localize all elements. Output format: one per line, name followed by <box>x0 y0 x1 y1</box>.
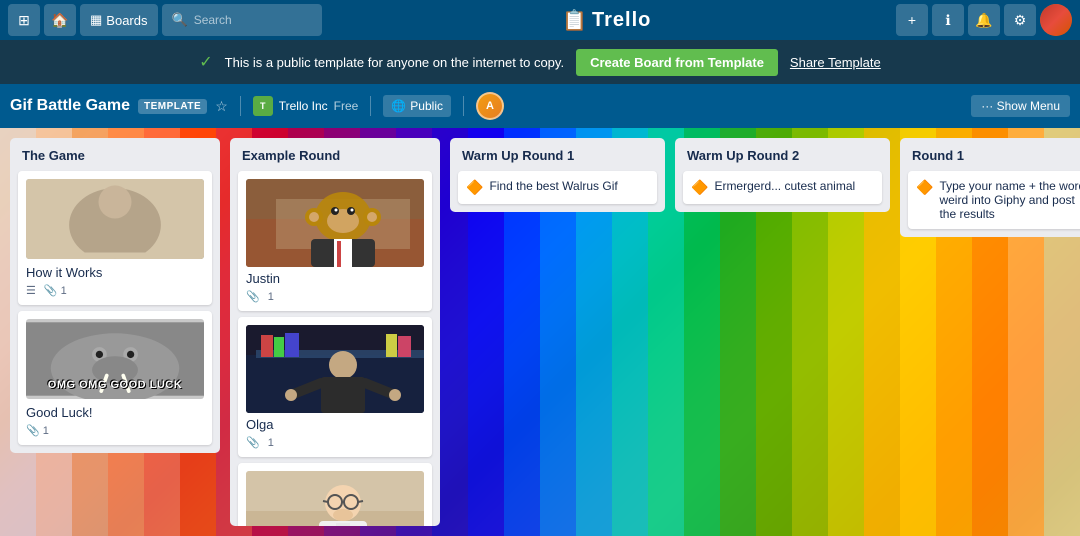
workspace-logo: T <box>253 96 273 116</box>
card-prompt-walrus: 🔶 Find the best Walrus Gif <box>466 179 649 196</box>
top-navigation: ⊞ 🏠 ▦ Boards 🔍 Search 📋 Trello + ℹ 🔔 ⚙ <box>0 0 1080 40</box>
card-olga[interactable]: Olga 📎 1 <box>238 317 432 457</box>
desc-icon: ☰ <box>26 284 36 297</box>
home-icon-button[interactable]: ⊞ <box>8 4 40 36</box>
walrus-text: OMG OMG GOOD LUCK <box>26 379 204 391</box>
card-justin[interactable]: Justin 📎 1 <box>238 171 432 311</box>
paperclip-icon: 📎 <box>44 284 58 297</box>
paperclip-icon-4: 📎 <box>246 436 260 449</box>
card-meta-olga: 📎 1 <box>246 436 424 449</box>
monkey-svg <box>246 179 424 267</box>
card-find-walrus[interactable]: 🔶 Find the best Walrus Gif <box>458 171 657 204</box>
trello-icon: 📋 <box>562 8 588 33</box>
card-meta-how-it-works: ☰ 📎 1 <box>26 284 204 297</box>
card-cutest-animal[interactable]: 🔶 Ermergerd... cutest animal <box>683 171 882 204</box>
list-the-game: The Game <box>10 138 220 453</box>
attachment-count-3: 1 <box>268 291 274 303</box>
card-image-monkey <box>246 179 424 267</box>
add-button[interactable]: + <box>896 4 928 36</box>
search-box[interactable]: 🔍 Search <box>162 4 322 36</box>
banner-description: This is a public template for anyone on … <box>225 55 564 70</box>
notification-bell-button[interactable]: 🔔 <box>968 4 1000 36</box>
card-meta-justin: 📎 1 <box>246 290 424 303</box>
attachment-count-item: 📎 1 <box>44 284 67 297</box>
list-title-round-1: Round 1 <box>908 146 1080 165</box>
trello-logo: 📋 Trello <box>326 8 893 33</box>
card-round1-prompt[interactable]: 🔶 Type your name + the word weird into G… <box>908 171 1080 229</box>
attachment-count-4: 1 <box>268 437 274 449</box>
nav-right-actions: + ℹ 🔔 ⚙ <box>896 4 1072 36</box>
card-how-it-works[interactable]: How it Works ☰ 📎 1 <box>18 171 212 305</box>
workspace-plan: Free <box>334 99 359 113</box>
thinking-svg <box>246 471 424 526</box>
divider <box>240 96 241 116</box>
list-round-1: Round 1 🔶 Type your name + the word weir… <box>900 138 1080 237</box>
search-placeholder: Search <box>194 13 232 27</box>
home-button[interactable]: 🏠 <box>44 4 76 36</box>
card-image-thinking <box>246 471 424 526</box>
boards-label: Boards <box>106 13 147 28</box>
avatar-image <box>1040 4 1072 36</box>
card-title-good-luck: Good Luck! <box>26 405 204 420</box>
prompt-text-2: Ermergerd... cutest animal <box>714 179 855 193</box>
paperclip-icon-2: 📎 <box>26 424 40 437</box>
member-avatar[interactable]: A <box>476 92 504 120</box>
board-content: The Game <box>0 128 1080 536</box>
star-button[interactable]: ☆ <box>215 98 228 115</box>
lock-icon: 🌐 <box>391 99 406 113</box>
prompt-emoji-3: 🔶 <box>916 179 933 196</box>
card-thinking[interactable] <box>238 463 432 526</box>
boards-button[interactable]: ▦ Boards <box>80 4 158 36</box>
template-badge: TEMPLATE <box>138 99 207 114</box>
travolta-svg <box>246 325 424 413</box>
card-meta-good-luck: 📎 1 <box>26 424 204 437</box>
attachment-count-2: 1 <box>43 425 49 437</box>
nurse-svg <box>26 179 204 259</box>
card-image-travolta <box>246 325 424 413</box>
divider-3 <box>463 96 464 116</box>
card-title-justin: Justin <box>246 271 424 286</box>
share-template-button[interactable]: Share Template <box>790 55 881 70</box>
card-title-how-it-works: How it Works <box>26 265 204 280</box>
desc-icon-item: ☰ <box>26 284 36 297</box>
create-board-button[interactable]: Create Board from Template <box>576 49 778 76</box>
workspace-name: Trello Inc <box>279 99 328 113</box>
show-menu-button[interactable]: ··· Show Menu <box>971 95 1070 117</box>
search-icon: 🔍 <box>172 12 188 28</box>
list-title-example-round: Example Round <box>238 146 432 165</box>
prompt-text-3: Type your name + the word weird into Gip… <box>939 179 1080 221</box>
card-title-olga: Olga <box>246 417 424 432</box>
card-image-nurse <box>26 179 204 259</box>
attachment-count-item-2: 📎 1 <box>26 424 49 437</box>
card-good-luck[interactable]: OMG OMG GOOD LUCK Good Luck! 📎 1 <box>18 311 212 445</box>
list-title-the-game: The Game <box>18 146 212 165</box>
settings-button[interactable]: ⚙ <box>1004 4 1036 36</box>
list-warm-up-2: Warm Up Round 2 🔶 Ermergerd... cutest an… <box>675 138 890 212</box>
check-icon: ✓ <box>199 52 212 72</box>
prompt-emoji-1: 🔶 <box>466 179 483 196</box>
prompt-text-1: Find the best Walrus Gif <box>489 179 617 193</box>
boards-icon: ▦ <box>90 12 102 28</box>
attachment-count: 1 <box>61 285 67 297</box>
list-title-warm-up-2: Warm Up Round 2 <box>683 146 882 165</box>
card-prompt-animal: 🔶 Ermergerd... cutest animal <box>691 179 874 196</box>
list-warm-up-1: Warm Up Round 1 🔶 Find the best Walrus G… <box>450 138 665 212</box>
template-banner: ✓ This is a public template for anyone o… <box>0 40 1080 84</box>
user-avatar[interactable] <box>1040 4 1072 36</box>
workspace-info: T Trello Inc Free <box>253 96 359 116</box>
prompt-emoji-2: 🔶 <box>691 179 708 196</box>
board-header: Gif Battle Game TEMPLATE ☆ T Trello Inc … <box>0 84 1080 128</box>
paperclip-icon-3: 📎 <box>246 290 260 303</box>
list-title-warm-up-1: Warm Up Round 1 <box>458 146 657 165</box>
board-title: Gif Battle Game <box>10 97 130 115</box>
visibility-label: Public <box>410 99 443 113</box>
card-image-walrus: OMG OMG GOOD LUCK <box>26 319 204 399</box>
list-example-round: Example Round <box>230 138 440 526</box>
lists-container: The Game <box>10 138 1080 526</box>
divider-2 <box>370 96 371 116</box>
card-prompt-round1: 🔶 Type your name + the word weird into G… <box>916 179 1080 221</box>
info-button[interactable]: ℹ <box>932 4 964 36</box>
visibility-button[interactable]: 🌐 Public <box>383 95 451 117</box>
